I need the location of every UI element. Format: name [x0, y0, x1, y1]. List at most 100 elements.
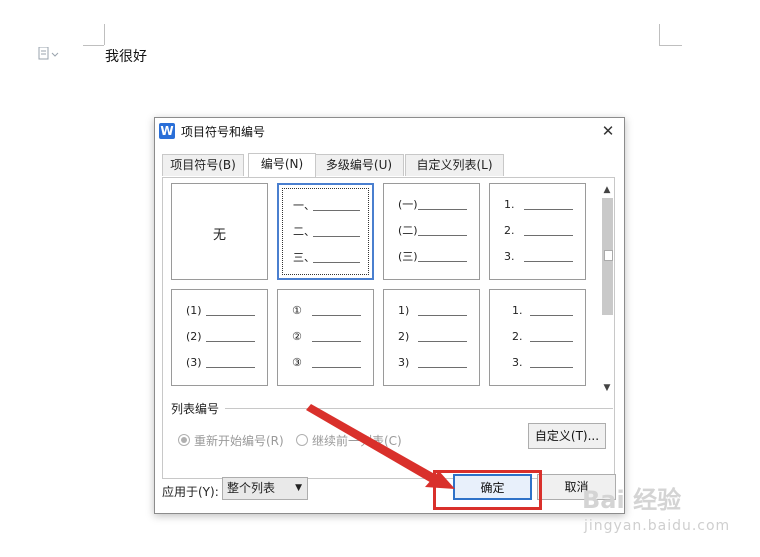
style-row: (二) — [384, 224, 479, 238]
radio-continue-list[interactable]: 继续前一列表(C) — [296, 432, 402, 449]
apply-to-select[interactable]: 整个列表 ▼ — [222, 477, 308, 500]
style-marker: (3) — [186, 356, 202, 369]
style-row: 1. — [490, 304, 585, 318]
style-marker: ① — [292, 304, 302, 317]
style-row: 1. — [490, 198, 585, 212]
crop-mark — [659, 24, 660, 45]
style-text-line — [312, 341, 361, 342]
style-marker: 3) — [398, 356, 410, 369]
style-marker: (1) — [186, 304, 202, 317]
tab-bar: 项目符号(B) 编号(N) 多级编号(U) 自定义列表(L) — [162, 153, 622, 177]
document-text[interactable]: 我很好 — [105, 46, 147, 66]
style-option[interactable]: ① ② ③ — [277, 289, 374, 386]
apply-to-label: 应用于(Y): — [162, 485, 219, 499]
style-row: ② — [278, 330, 373, 344]
style-marker: 一、 — [293, 199, 315, 212]
style-marker: (三) — [398, 250, 418, 263]
style-option[interactable]: 一、 二、 三、 — [277, 183, 374, 280]
style-text-line — [418, 235, 467, 236]
style-none[interactable]: 无 — [171, 183, 268, 280]
style-option[interactable]: 1. 2. 3. — [489, 289, 586, 386]
style-row: 2. — [490, 330, 585, 344]
dialog-titlebar[interactable]: W 项目符号和编号 ✕ — [155, 118, 624, 144]
style-marker: 二、 — [293, 225, 315, 238]
tab-bullets[interactable]: 项目符号(B) — [162, 154, 244, 176]
style-text-line — [418, 315, 467, 316]
list-numbering-label: 列表编号 — [171, 400, 224, 417]
dialog-title: 项目符号和编号 — [181, 125, 266, 139]
scroll-thumb[interactable] — [602, 198, 613, 315]
document-icon[interactable] — [38, 46, 60, 60]
style-marker: 1. — [504, 198, 515, 211]
baidu-watermark-url: jingyan.baidu.com — [584, 518, 731, 534]
style-row: 3. — [490, 356, 585, 370]
apply-to-value: 整个列表 — [227, 481, 276, 495]
style-text-line — [313, 236, 360, 237]
bullets-numbering-dialog: W 项目符号和编号 ✕ 项目符号(B) 编号(N) 多级编号(U) 自定义列表(… — [154, 117, 625, 514]
style-text-line — [313, 262, 360, 263]
style-marker: ② — [292, 330, 302, 343]
annotation-highlight-box — [433, 470, 542, 510]
crop-mark — [659, 45, 682, 46]
baidu-watermark-logo: Bai 经验 — [582, 486, 682, 514]
none-label: 无 — [212, 228, 226, 243]
group-divider — [225, 408, 613, 409]
style-text-line — [418, 341, 467, 342]
style-text-line — [530, 341, 573, 342]
style-row: (1) — [172, 304, 267, 318]
style-row: 2) — [384, 330, 479, 344]
dropdown-caret-icon: ▼ — [295, 483, 302, 493]
style-marker: 1. — [512, 304, 523, 317]
style-marker: 2. — [512, 330, 523, 343]
tab-multilevel[interactable]: 多级编号(U) — [314, 154, 404, 176]
style-marker: 2) — [398, 330, 410, 343]
style-text-line — [418, 261, 467, 262]
style-option[interactable]: (1) (2) (3) — [171, 289, 268, 386]
gallery-scrollbar[interactable]: ▲ ▼ — [600, 183, 614, 395]
style-text-line — [313, 210, 360, 211]
style-marker: 3. — [512, 356, 523, 369]
style-row: (3) — [172, 356, 267, 370]
style-row: 一、 — [279, 199, 372, 213]
style-marker: (二) — [398, 224, 418, 237]
style-text-line — [524, 261, 573, 262]
tab-numbering[interactable]: 编号(N) — [248, 153, 316, 177]
scroll-down-icon[interactable]: ▼ — [600, 381, 614, 395]
style-text-line — [530, 367, 573, 368]
style-text-line — [312, 315, 361, 316]
style-marker: (一) — [398, 198, 418, 211]
style-option[interactable]: 1. 2. 3. — [489, 183, 586, 280]
style-marker: 2. — [504, 224, 515, 237]
style-text-line — [206, 315, 255, 316]
style-gallery: 无 一、 二、 三、 (一) (二) (三) 1. 2. 3. (1) (2) (3) ①②③ … — [171, 183, 591, 395]
style-text-line — [206, 367, 255, 368]
style-option[interactable]: (一) (二) (三) — [383, 183, 480, 280]
style-row: (2) — [172, 330, 267, 344]
style-text-line — [530, 315, 573, 316]
style-text-line — [312, 367, 361, 368]
tab-custom-list[interactable]: 自定义列表(L) — [405, 154, 504, 176]
style-row: 3. — [490, 250, 585, 264]
style-row: (一) — [384, 198, 479, 212]
radio-restart-numbering[interactable]: 重新开始编号(R) — [178, 432, 284, 449]
scroll-grip — [604, 250, 613, 261]
style-row: ③ — [278, 356, 373, 370]
style-row: (三) — [384, 250, 479, 264]
style-row: 3) — [384, 356, 479, 370]
radio-continue-label: 继续前一列表(C) — [312, 434, 402, 448]
style-text-line — [524, 209, 573, 210]
customize-button[interactable]: 自定义(T)... — [528, 423, 606, 449]
crop-mark — [104, 24, 105, 45]
wps-app-icon: W — [159, 123, 175, 139]
style-marker: 3. — [504, 250, 515, 263]
close-icon[interactable]: ✕ — [598, 121, 618, 141]
style-row: ① — [278, 304, 373, 318]
style-row: 2. — [490, 224, 585, 238]
style-marker: ③ — [292, 356, 302, 369]
style-row: 二、 — [279, 225, 372, 239]
style-text-line — [418, 209, 467, 210]
style-option[interactable]: 1) 2) 3) — [383, 289, 480, 386]
scroll-up-icon[interactable]: ▲ — [600, 183, 614, 197]
radio-icon — [178, 434, 190, 446]
style-marker: 1) — [398, 304, 410, 317]
